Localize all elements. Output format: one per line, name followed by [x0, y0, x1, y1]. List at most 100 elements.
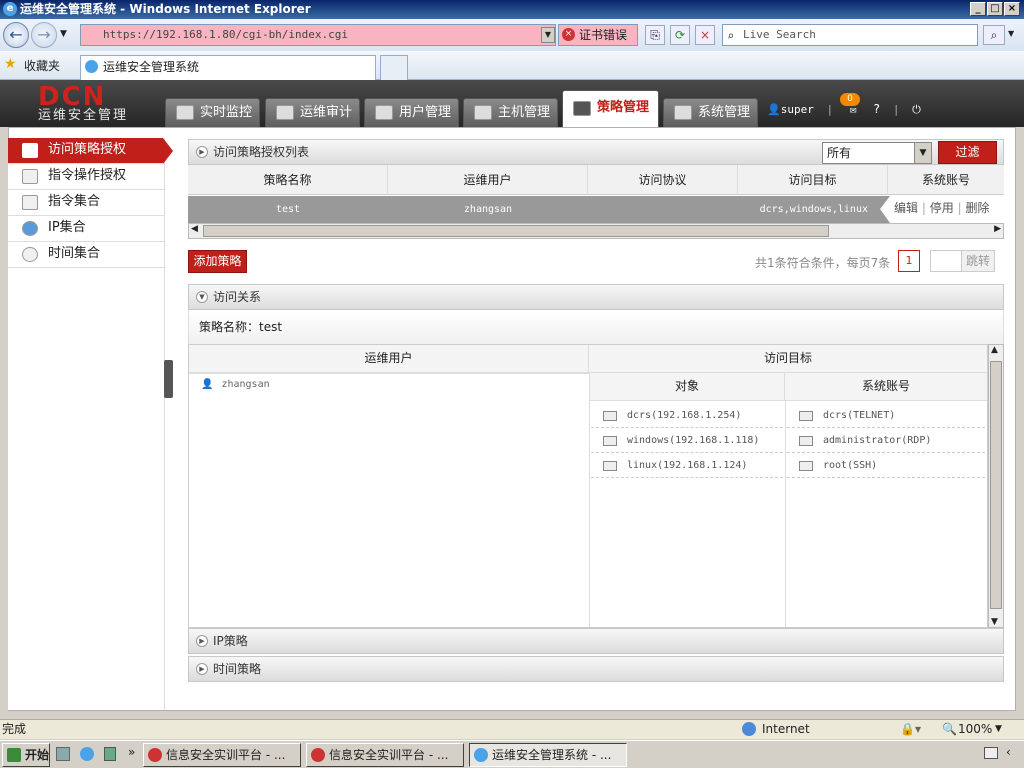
scroll-left-icon[interactable]: ◀ [191, 224, 198, 234]
filter-value: 所有 [827, 146, 852, 160]
computer-icon [603, 461, 617, 471]
keyboard-icon[interactable] [984, 747, 998, 759]
logout-icon[interactable]: ⏻ [912, 103, 921, 116]
sidebar-item-label: 时间集合 [48, 246, 101, 261]
certificate-error-button[interactable]: × 证书错误 [558, 24, 638, 46]
new-tab-button[interactable] [380, 55, 408, 80]
sidebar-item-command-set[interactable]: 指令集合 [8, 190, 165, 216]
tab-realtime-monitor[interactable]: 实时监控 [165, 98, 260, 127]
object-item: linux(192.168.1.124) [591, 453, 783, 478]
filter-button[interactable]: 过滤 [938, 141, 997, 164]
collapse-arrow-icon: ▼ [196, 291, 208, 303]
taskbar-item[interactable]: 运维安全管理系统 - ... [469, 743, 627, 767]
column-header[interactable]: 系统账号 [888, 165, 1004, 195]
audit-chart-icon [276, 105, 294, 120]
subheader-account: 系统账号 [785, 373, 987, 401]
clock-icon [22, 247, 38, 262]
address-dropdown-icon[interactable]: ▼ [541, 27, 555, 43]
column-header[interactable]: 访问协议 [588, 165, 738, 195]
column-header[interactable]: 策略名称 [188, 165, 388, 195]
compat-view-icon[interactable]: ⎘ [645, 25, 665, 45]
search-icon[interactable]: ⌕ [983, 25, 1005, 45]
sidebar-item-command-auth[interactable]: 指令操作授权 [8, 164, 165, 190]
protected-mode-icon[interactable]: 🔒▾ [900, 720, 921, 739]
relation-panel-header[interactable]: ▼ 访问关系 [188, 284, 1004, 310]
username[interactable]: super [781, 103, 814, 116]
stop-icon[interactable]: × [695, 25, 715, 45]
scrollbar-thumb[interactable] [990, 361, 1002, 609]
account-label: administrator(RDP) [823, 435, 932, 446]
expand-arrow-icon: ▶ [196, 635, 208, 647]
refresh-icon[interactable]: ⟳ [670, 25, 690, 45]
account-item: dcrs(TELNET) [787, 403, 985, 428]
zoom-level[interactable]: 100% [958, 720, 992, 739]
sidebar-collapse-handle[interactable] [164, 360, 173, 398]
ie-quicklaunch-icon[interactable] [80, 747, 94, 761]
page-number[interactable]: 1 [898, 250, 920, 272]
forward-button[interactable]: → [31, 22, 57, 48]
tray-expand-icon[interactable]: ‹ [1006, 745, 1011, 759]
sidebar-item-access-policy[interactable]: 访问策略授权 [8, 138, 173, 164]
help-icon[interactable]: ? [873, 102, 880, 116]
search-input[interactable]: ⌕ Live Search [722, 24, 978, 46]
zoom-icon[interactable]: 🔍 [942, 720, 957, 739]
ip-policy-panel-header[interactable]: ▶ IP策略 [188, 628, 1004, 654]
object-label: dcrs(192.168.1.254) [627, 410, 742, 421]
minimize-button[interactable]: _ [970, 2, 986, 16]
server-manager-icon[interactable] [104, 747, 116, 761]
ie-icon: e [3, 2, 17, 16]
action-separator: | [921, 201, 926, 215]
pagination-info: 共1条符合条件，每页7条 [755, 256, 891, 270]
favorites-star-icon[interactable]: ★ [4, 56, 17, 72]
object-label: windows(192.168.1.118) [627, 435, 760, 446]
edit-link[interactable]: 编辑 [894, 201, 918, 215]
sidebar-item-ip-set[interactable]: IP集合 [8, 216, 165, 242]
scroll-up-icon[interactable]: ▲ [991, 345, 998, 355]
delete-link[interactable]: 删除 [965, 201, 989, 215]
close-window-button[interactable]: × [1004, 2, 1020, 16]
sidebar-item-time-set[interactable]: 时间集合 [8, 242, 165, 268]
tab-host-management[interactable]: 主机管理 [463, 98, 558, 127]
browser-tab[interactable]: 运维安全管理系统 [80, 55, 376, 80]
taskbar-item[interactable]: 信息安全实训平台 - ... [306, 743, 464, 767]
scroll-right-icon[interactable]: ▶ [994, 224, 1001, 234]
column-header[interactable]: 访问目标 [738, 165, 888, 195]
filter-select[interactable]: 所有 ▼ [822, 142, 932, 164]
back-button[interactable]: ← [3, 22, 29, 48]
add-policy-button[interactable]: 添加策略 [188, 250, 247, 273]
tab-title: 运维安全管理系统 [103, 60, 200, 74]
page-jump-input[interactable] [930, 250, 962, 272]
disable-link[interactable]: 停用 [930, 201, 954, 215]
maximize-button[interactable]: □ [987, 2, 1003, 16]
sidebar-item-label: 访问策略授权 [48, 142, 127, 157]
show-desktop-icon[interactable] [56, 747, 70, 761]
relation-user: 👤 zhangsan [201, 379, 270, 390]
overflow-chevron-icon[interactable]: » [128, 745, 135, 759]
zoom-dropdown-icon[interactable]: ▼ [995, 720, 1002, 739]
column-header[interactable]: 运维用户 [388, 165, 588, 195]
scrollbar-thumb[interactable] [203, 225, 829, 237]
logo-subtitle: 运维安全管理 [38, 108, 129, 123]
tab-label: 系统管理 [698, 105, 751, 120]
start-label: 开始 [25, 748, 50, 762]
horizontal-scrollbar[interactable]: ◀ ▶ [188, 223, 1004, 239]
start-button[interactable]: 开始 [2, 743, 50, 767]
tab-system-management[interactable]: 系统管理 [663, 98, 758, 127]
address-input[interactable]: https://192.168.1.80/cgi-bh/index.cgi [80, 24, 556, 46]
tab-user-management[interactable]: 用户管理 [364, 98, 459, 127]
taskbar-item[interactable]: 信息安全实训平台 - ... [143, 743, 301, 767]
search-options-icon[interactable]: ▼ [1008, 29, 1014, 38]
tab-policy-management[interactable]: 策略管理 [562, 90, 659, 127]
favorites-label[interactable]: 收藏夹 [24, 57, 60, 74]
vertical-scrollbar[interactable]: ▲ ▼ [988, 344, 1004, 628]
jump-button[interactable]: 跳转 [961, 250, 995, 272]
history-dropdown-icon[interactable]: ▼ [60, 29, 67, 39]
internet-globe-icon [742, 722, 756, 736]
chrome-icon [311, 748, 325, 762]
time-policy-panel-header[interactable]: ▶ 时间策略 [188, 656, 1004, 682]
cell-user: zhangsan [463, 204, 513, 215]
scroll-down-icon[interactable]: ▼ [991, 617, 998, 627]
relation-user-name: zhangsan [221, 379, 270, 390]
tab-audit[interactable]: 运维审计 [265, 98, 360, 127]
ie-icon [474, 748, 488, 762]
